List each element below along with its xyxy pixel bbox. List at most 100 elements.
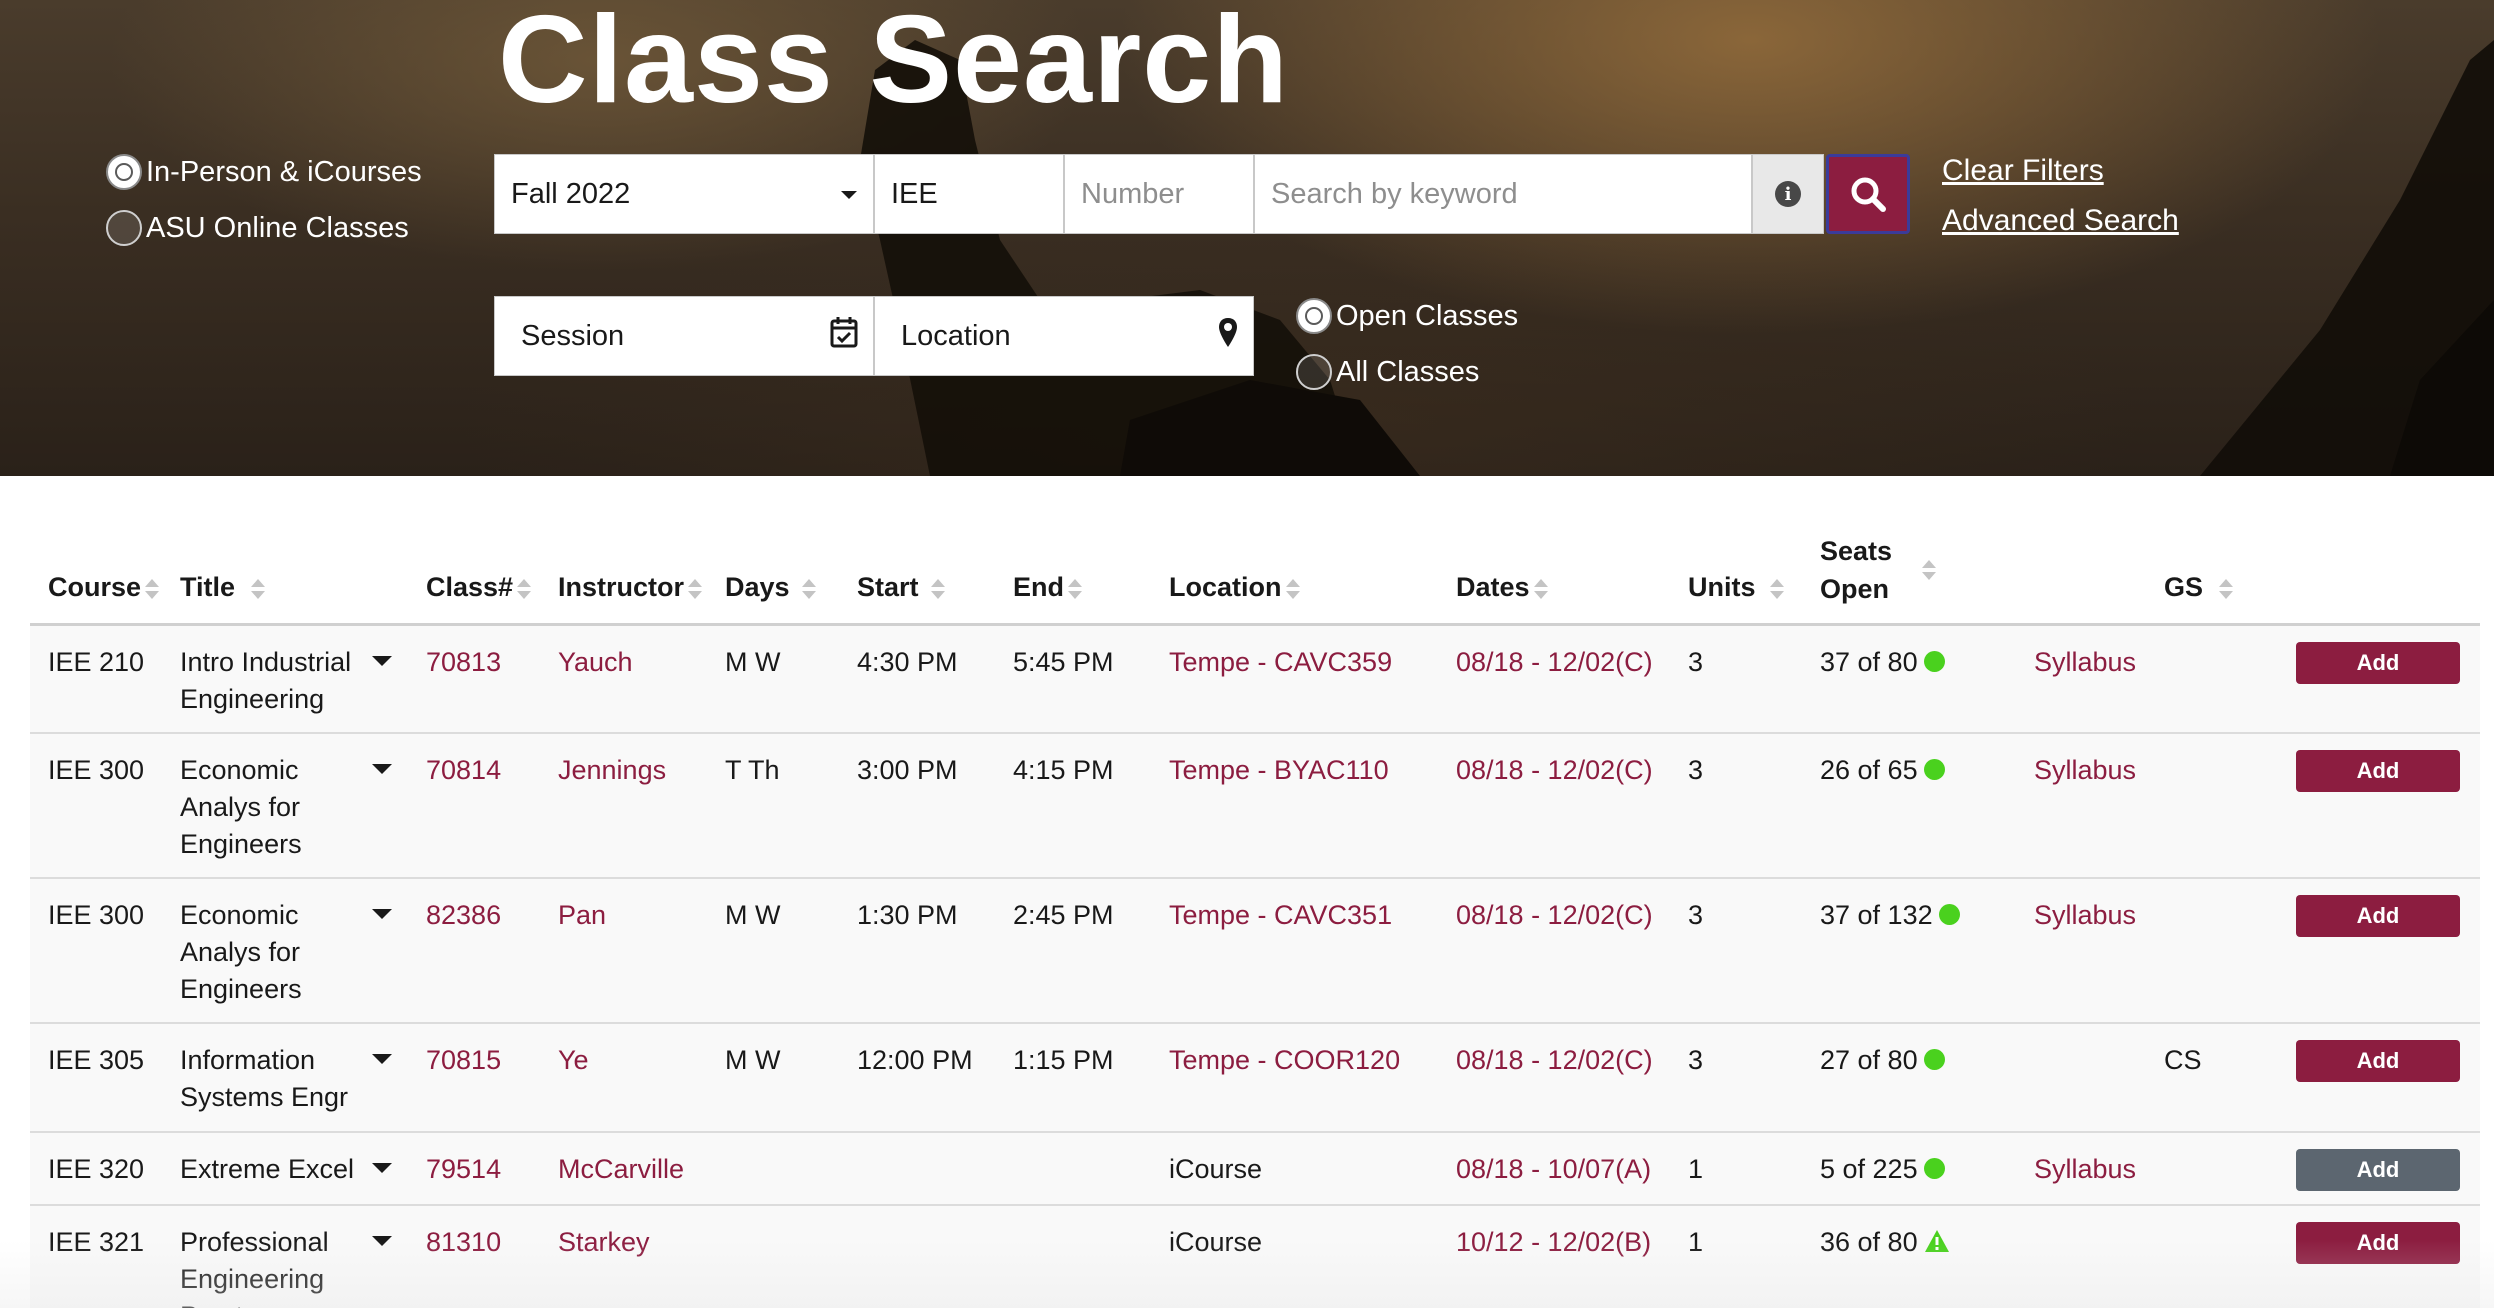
seats-cell-text: 27 of 80: [1820, 1045, 1918, 1075]
class-number-link[interactable]: 81310: [426, 1224, 501, 1261]
radio-open-classes[interactable]: Open Classes: [1296, 298, 1518, 334]
header-class-number[interactable]: Class#: [426, 568, 532, 606]
term-select[interactable]: Fall 2022: [494, 154, 874, 234]
sort-icon[interactable]: [1922, 558, 1936, 582]
units-cell: 1: [1688, 1224, 1703, 1261]
search-button[interactable]: [1826, 154, 1910, 234]
sort-icon[interactable]: [1068, 577, 1082, 601]
sort-icon[interactable]: [1533, 577, 1548, 601]
sort-icon[interactable]: [517, 577, 532, 601]
seats-cell-text: 26 of 65: [1820, 755, 1918, 785]
seats-cell-text: 5 of 225: [1820, 1154, 1918, 1184]
class-number-link[interactable]: 70814: [426, 752, 501, 789]
class-number-link[interactable]: 70813: [426, 644, 501, 681]
dates-link[interactable]: 08/18 - 12/02(C): [1456, 752, 1653, 789]
keyword-info-button[interactable]: i: [1752, 154, 1824, 234]
radio-in-person-button[interactable]: [106, 154, 142, 190]
add-class-button[interactable]: Add: [2296, 1222, 2460, 1264]
dates-link[interactable]: 08/18 - 12/02(C): [1456, 897, 1653, 934]
open-status-dot-icon: [1923, 759, 1945, 781]
radio-all-classes[interactable]: All Classes: [1296, 354, 1479, 390]
course-cell: IEE 305: [48, 1042, 144, 1079]
instructor-link[interactable]: Yauch: [558, 644, 633, 681]
header-dates[interactable]: Dates: [1456, 568, 1548, 606]
header-seats-open[interactable]: Seats Open: [1820, 532, 1936, 608]
seats-cell-text: 37 of 132: [1820, 900, 1933, 930]
dates-link[interactable]: 10/12 - 12/02(B): [1456, 1224, 1651, 1261]
syllabus-link[interactable]: Syllabus: [2034, 644, 2136, 681]
page-title: Class Search: [498, 0, 1289, 129]
expand-details-icon[interactable]: [372, 764, 392, 774]
syllabus-link[interactable]: Syllabus: [2034, 752, 2136, 789]
sort-icon[interactable]: [1769, 577, 1784, 601]
instructor-link[interactable]: Ye: [558, 1042, 589, 1079]
location-cell[interactable]: Tempe - BYAC110: [1169, 752, 1389, 789]
sort-icon[interactable]: [2219, 577, 2234, 601]
start-cell-text: 12:00 PM: [857, 1045, 973, 1075]
radio-asu-online-button[interactable]: [106, 210, 142, 246]
clear-filters-link[interactable]: Clear Filters: [1942, 154, 2104, 188]
header-gs[interactable]: GS: [2164, 568, 2234, 606]
dates-link[interactable]: 08/18 - 10/07(A): [1456, 1151, 1651, 1188]
location-cell-text: Tempe - CAVC359: [1169, 647, 1393, 677]
course-cell-text: IEE 321: [48, 1227, 145, 1257]
header-end[interactable]: End: [1013, 568, 1082, 606]
end-cell-text: 4:15 PM: [1013, 755, 1114, 785]
expand-details-icon[interactable]: [372, 1236, 392, 1246]
radio-open-classes-button[interactable]: [1296, 298, 1332, 334]
class-number-link-text: 81310: [426, 1227, 502, 1257]
location-select[interactable]: Location: [874, 296, 1254, 376]
sort-icon[interactable]: [801, 577, 816, 601]
sort-icon[interactable]: [688, 577, 703, 601]
dates-link-text: 08/18 - 12/02(C): [1456, 647, 1653, 677]
add-class-button[interactable]: Add: [2296, 1149, 2460, 1191]
header-start[interactable]: Start: [857, 568, 945, 606]
header-days[interactable]: Days: [725, 568, 816, 606]
dates-link[interactable]: 08/18 - 12/02(C): [1456, 644, 1653, 681]
class-number-link[interactable]: 79514: [426, 1151, 501, 1188]
advanced-search-link[interactable]: Advanced Search: [1942, 204, 2179, 238]
radio-all-classes-button[interactable]: [1296, 354, 1332, 390]
calendar-icon: [830, 317, 858, 348]
add-class-button[interactable]: Add: [2296, 642, 2460, 684]
start-cell: 3:00 PM: [857, 752, 958, 789]
syllabus-link[interactable]: Syllabus: [2034, 897, 2136, 934]
instructor-link[interactable]: Starkey: [558, 1224, 650, 1261]
units-cell-text: 3: [1688, 647, 1704, 677]
class-number-link[interactable]: 70815: [426, 1042, 501, 1079]
sort-icon[interactable]: [1285, 577, 1300, 601]
instructor-link[interactable]: Jennings: [558, 752, 666, 789]
keyword-input[interactable]: Search by keyword: [1254, 154, 1752, 234]
instructor-link[interactable]: McCarville: [558, 1151, 684, 1188]
syllabus-link[interactable]: Syllabus: [2034, 1151, 2136, 1188]
expand-details-icon[interactable]: [372, 1163, 392, 1173]
location-cell-text: Tempe - COOR120: [1169, 1045, 1401, 1075]
instructor-link[interactable]: Pan: [558, 897, 606, 934]
add-class-button[interactable]: Add: [2296, 1040, 2460, 1082]
session-select[interactable]: Session: [494, 296, 874, 376]
expand-details-icon[interactable]: [372, 656, 392, 666]
dates-link[interactable]: 08/18 - 12/02(C): [1456, 1042, 1653, 1079]
add-class-button[interactable]: Add: [2296, 895, 2460, 937]
seats-cell: 26 of 65: [1820, 752, 1945, 789]
add-class-button[interactable]: Add: [2296, 750, 2460, 792]
radio-asu-online[interactable]: ASU Online Classes: [106, 210, 409, 246]
sort-icon[interactable]: [145, 577, 160, 601]
number-input[interactable]: Number: [1064, 154, 1254, 234]
radio-in-person[interactable]: In-Person & iCourses: [106, 154, 422, 190]
class-number-link[interactable]: 82386: [426, 897, 501, 934]
header-title[interactable]: Title: [180, 568, 266, 606]
header-instructor[interactable]: Instructor: [558, 568, 703, 606]
sort-icon[interactable]: [251, 577, 266, 601]
subject-input[interactable]: IEE: [874, 154, 1064, 234]
location-cell[interactable]: Tempe - COOR120: [1169, 1042, 1400, 1079]
header-course[interactable]: Course: [48, 568, 160, 606]
header-units[interactable]: Units: [1688, 568, 1784, 606]
location-cell[interactable]: Tempe - CAVC359: [1169, 644, 1392, 681]
expand-details-icon[interactable]: [372, 909, 392, 919]
expand-details-icon[interactable]: [372, 1054, 392, 1064]
location-cell[interactable]: Tempe - CAVC351: [1169, 897, 1392, 934]
course-cell-text: IEE 305: [48, 1045, 145, 1075]
sort-icon[interactable]: [930, 577, 945, 601]
header-location[interactable]: Location: [1169, 568, 1300, 606]
